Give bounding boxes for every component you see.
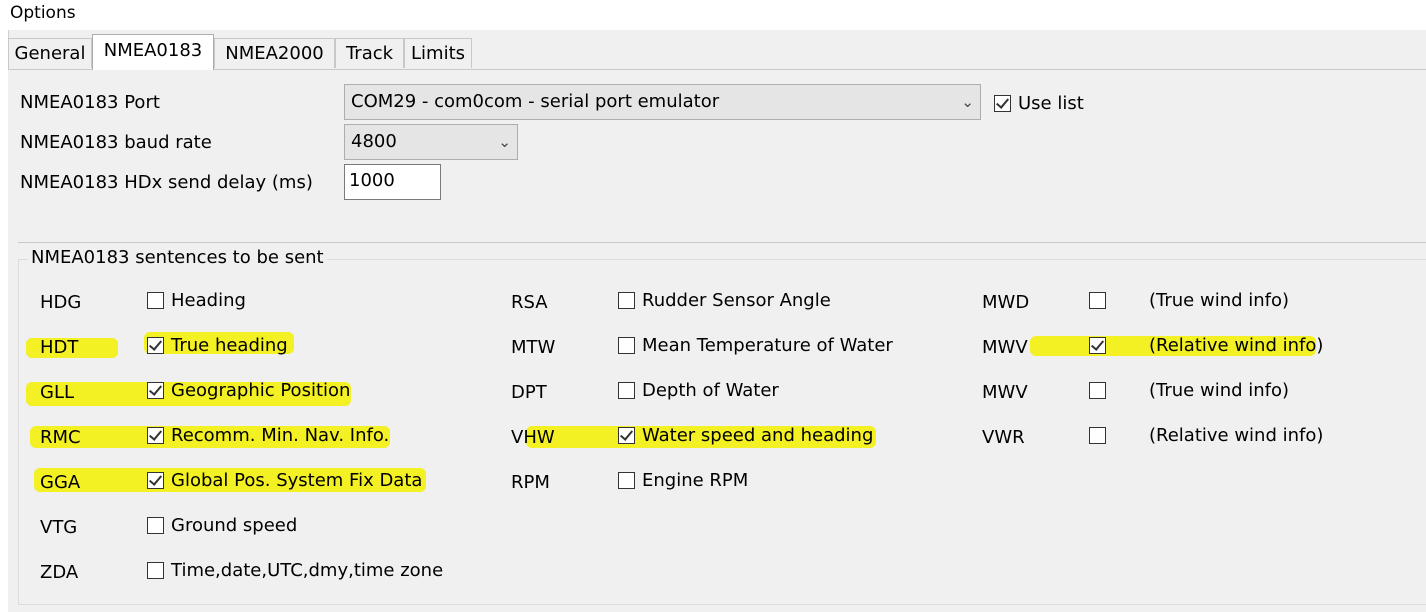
port-label: NMEA0183 Port: [20, 92, 160, 113]
chevron-down-icon: ⌄: [498, 133, 511, 151]
sentence-desc: Recomm. Min. Nav. Info.: [171, 425, 390, 446]
mwd-checkbox[interactable]: [1089, 292, 1106, 309]
sentence-desc: Time,date,UTC,dmy,time zone: [171, 560, 444, 581]
port-select[interactable]: COM29 - com0com - serial port emulator ⌄: [344, 84, 981, 120]
sentence-code: GLL: [40, 382, 75, 403]
delay-input[interactable]: 1000: [344, 164, 441, 200]
sentence-code: HDT: [40, 337, 79, 358]
rmc-checkbox[interactable]: [147, 427, 164, 444]
sentence-code: ZDA: [40, 562, 79, 583]
use-list-label: Use list: [1018, 93, 1084, 114]
sentence-desc: (Relative wind info): [1149, 425, 1324, 446]
vwr-checkbox[interactable]: [1089, 427, 1106, 444]
chevron-down-icon: ⌄: [961, 93, 974, 111]
sentence-code: VWR: [982, 427, 1025, 448]
window-title: Options: [10, 3, 76, 23]
sentence-desc: (True wind info): [1149, 380, 1290, 401]
sentence-code: VHW: [511, 427, 555, 448]
baud-label: NMEA0183 baud rate: [20, 132, 212, 153]
sentence-desc: True heading: [171, 335, 288, 356]
tab-nmea2000[interactable]: NMEA2000: [214, 38, 335, 68]
sentence-code: RPM: [511, 472, 550, 493]
sentence-desc: (Relative wind info): [1149, 335, 1324, 356]
tab-track[interactable]: Track: [335, 38, 404, 68]
tab-general[interactable]: General: [8, 38, 92, 68]
baud-value: 4800: [351, 131, 397, 152]
sentence-code: MWV: [982, 382, 1028, 403]
port-value: COM29 - com0com - serial port emulator: [351, 91, 720, 112]
rpm-checkbox[interactable]: [618, 472, 635, 489]
sentence-desc: Depth of Water: [642, 380, 779, 401]
baud-select[interactable]: 4800 ⌄: [344, 124, 518, 160]
sentence-code: HDG: [40, 292, 82, 313]
nmea0183-panel: NMEA0183 Port COM29 - com0com - serial p…: [8, 69, 1426, 612]
mtw-checkbox[interactable]: [618, 337, 635, 354]
sentence-code: RMC: [40, 427, 81, 448]
sentence-code: RSA: [511, 292, 548, 313]
sentence-desc: (True wind info): [1149, 290, 1290, 311]
gll-checkbox[interactable]: [147, 382, 164, 399]
delay-label: NMEA0183 HDx send delay (ms): [20, 172, 313, 193]
dpt-checkbox[interactable]: [618, 382, 635, 399]
sentence-code: GGA: [40, 472, 81, 493]
vhw-checkbox[interactable]: [618, 427, 635, 444]
sentence-code: DPT: [511, 382, 547, 403]
sentence-code: MWD: [982, 292, 1030, 313]
rsa-checkbox[interactable]: [618, 292, 635, 309]
sentence-desc: Rudder Sensor Angle: [642, 290, 831, 311]
tab-limits[interactable]: Limits: [404, 38, 472, 68]
sentence-desc: Ground speed: [171, 515, 298, 536]
use-list-checkbox[interactable]: [994, 95, 1011, 112]
separator: [18, 242, 1426, 243]
mwv-relative-checkbox[interactable]: [1089, 337, 1106, 354]
sentence-code: MWV: [982, 337, 1028, 358]
mwv-true-checkbox[interactable]: [1089, 382, 1106, 399]
sentence-desc: Water speed and heading: [642, 425, 874, 446]
sentence-desc: Global Pos. System Fix Data: [171, 470, 423, 491]
tab-nmea0183[interactable]: NMEA0183: [92, 34, 214, 70]
title-bar: Options: [0, 0, 1426, 30]
sentence-desc: Engine RPM: [642, 470, 749, 491]
sentence-code: MTW: [511, 337, 556, 358]
sentence-desc: Mean Temperature of Water: [642, 335, 893, 356]
vtg-checkbox[interactable]: [147, 517, 164, 534]
hdg-checkbox[interactable]: [147, 292, 164, 309]
sentence-desc: Heading: [171, 290, 246, 311]
sentences-group-title: NMEA0183 sentences to be sent: [28, 247, 327, 268]
gga-checkbox[interactable]: [147, 472, 164, 489]
sentence-code: VTG: [40, 517, 78, 538]
sentence-desc: Geographic Position: [171, 380, 351, 401]
hdt-checkbox[interactable]: [147, 337, 164, 354]
zda-checkbox[interactable]: [147, 562, 164, 579]
